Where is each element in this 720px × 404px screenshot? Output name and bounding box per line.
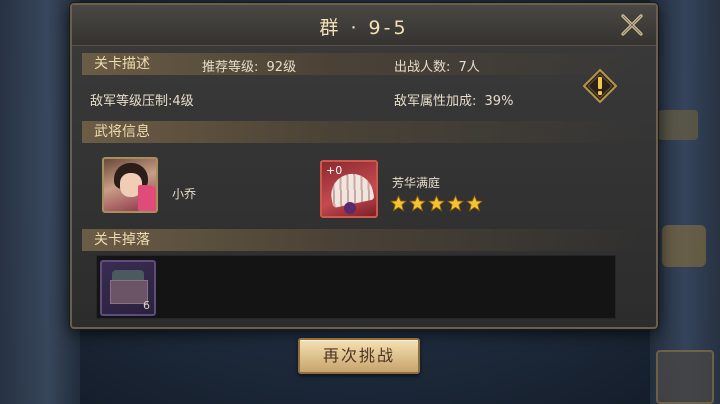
- background-left: [0, 0, 80, 404]
- tip-button[interactable]: [582, 68, 618, 104]
- recommended-level-value: 92级: [266, 60, 297, 75]
- treasure-level: +0: [326, 164, 343, 177]
- drop-item[interactable]: 6: [100, 260, 156, 316]
- star-icon: [447, 195, 464, 212]
- star-icon: [466, 195, 483, 212]
- drop-item-count: 6: [143, 299, 150, 312]
- dialog-title: 群 · 9-5: [319, 17, 409, 39]
- section-header-generals-info: 武将信息: [82, 121, 642, 143]
- troop-count-label: 出战人数:: [394, 60, 451, 75]
- close-button[interactable]: [618, 11, 646, 39]
- enemy-suppression-value: 4级: [172, 94, 194, 109]
- background-ornament: [658, 110, 698, 140]
- hero-avatar-fan: [138, 185, 156, 211]
- recommended-level-label: 推荐等级:: [202, 60, 259, 75]
- background-ornament: [662, 225, 706, 267]
- close-icon: [621, 14, 643, 36]
- enemy-attribute-bonus: 敌军属性加成: 39%: [394, 90, 513, 109]
- section-header-stage-description: 关卡描述: [82, 53, 642, 75]
- section-header-stage-drops: 关卡掉落: [82, 229, 642, 251]
- treasure-name: 芳华满庭: [392, 176, 441, 190]
- treasure-icon[interactable]: +0: [320, 160, 378, 218]
- background-ornament: [656, 350, 714, 404]
- star-icon: [409, 195, 426, 212]
- star-icon: [428, 195, 445, 212]
- treasure-stars: [390, 195, 483, 212]
- exclamation-icon: [582, 68, 618, 104]
- stage-info-dialog: 群 · 9-5 关卡描述 推荐等级: 92级 出战人数: 7人 敌军等级压制:4…: [70, 3, 658, 329]
- enemy-attr-bonus-label: 敌军属性加成:: [394, 94, 477, 109]
- tassel-icon: [344, 202, 356, 214]
- enemy-attr-bonus-value: 39%: [484, 94, 514, 109]
- enemy-suppression: 敌军等级压制:4级: [90, 90, 194, 109]
- hero-avatar[interactable]: [102, 157, 158, 213]
- star-icon: [390, 195, 407, 212]
- dialog-titlebar: 群 · 9-5: [72, 5, 656, 46]
- recommended-level: 推荐等级: 92级: [202, 56, 296, 75]
- retry-button[interactable]: 再次挑战: [298, 338, 420, 374]
- enemy-suppression-label: 敌军等级压制:: [90, 94, 173, 109]
- hero-name: 小乔: [172, 187, 197, 201]
- background-right: [650, 0, 720, 404]
- troop-count-value: 7人: [458, 60, 480, 75]
- drop-list: [96, 255, 616, 319]
- troop-count: 出战人数: 7人: [394, 56, 480, 75]
